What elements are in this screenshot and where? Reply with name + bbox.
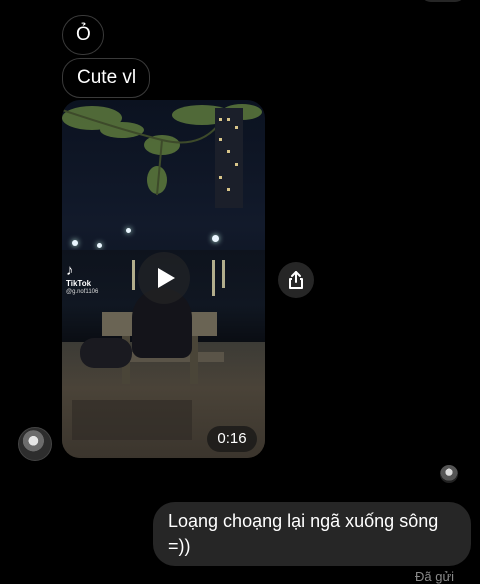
building-image [215,108,243,208]
previous-message-edge [420,0,466,2]
person-silhouette [80,338,132,368]
shared-video-card[interactable]: ♪ TikTok @g.nof1106 0:16 [62,100,265,458]
share-button[interactable] [278,262,314,298]
street-light [126,228,131,233]
pavement-tile [72,400,192,440]
light-reflection [212,260,215,296]
message-text: Ỏ [76,24,91,45]
sent-status: Đã gửi [415,569,455,584]
message-text: Cute vl [77,67,137,88]
share-icon [289,271,303,289]
video-duration: 0:16 [207,426,257,452]
play-icon [158,268,175,288]
tiktok-handle: @g.nof1106 [66,289,99,295]
light-reflection [222,260,225,288]
street-light [97,243,102,248]
tiktok-logo-icon: ♪ [66,262,74,279]
seen-avatar [440,465,458,483]
tiktok-label: TikTok [66,279,92,288]
play-button[interactable] [138,252,190,304]
message-text: Loạng choạng lại ngã xuống sông =)) [168,511,439,556]
outgoing-message-bubble[interactable]: Loạng choạng lại ngã xuống sông =)) [153,502,471,566]
incoming-message-bubble[interactable]: Ỏ [62,15,104,55]
light-reflection [132,260,135,290]
street-light [212,235,219,242]
tiktok-watermark: ♪ TikTok @g.nof1106 [66,263,106,296]
incoming-message-bubble[interactable]: Cute vl [62,58,150,98]
street-light [72,240,78,246]
sender-avatar[interactable] [18,427,52,461]
